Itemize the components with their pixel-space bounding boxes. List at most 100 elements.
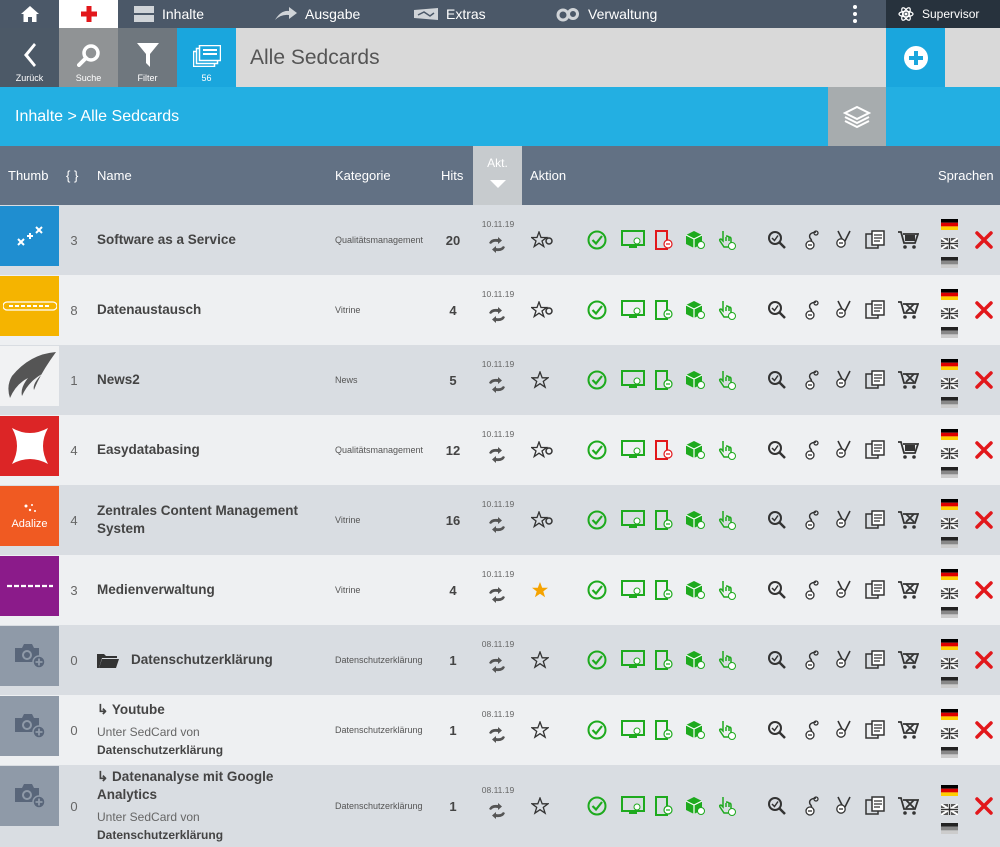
german-flag-icon[interactable] [941, 637, 958, 650]
uk-flag-icon[interactable] [940, 656, 959, 670]
touch-icon[interactable] [717, 369, 737, 396]
touch-icon[interactable] [717, 229, 737, 256]
menu-extras[interactable]: Extras [414, 0, 486, 28]
language-flag-icon[interactable] [941, 465, 958, 478]
filter-button[interactable]: Filter [118, 28, 177, 87]
validate-icon[interactable] [834, 439, 854, 466]
route-icon[interactable] [802, 369, 822, 396]
validate-icon[interactable] [834, 719, 854, 746]
language-flag-icon[interactable] [941, 325, 958, 338]
review-search-icon[interactable] [767, 796, 787, 821]
delete-icon[interactable] [975, 651, 993, 674]
sync-icon[interactable] [487, 587, 507, 608]
active-check-icon[interactable] [587, 510, 607, 535]
back-button[interactable]: Zurück [0, 28, 59, 87]
delete-icon[interactable] [975, 231, 993, 254]
column-akt[interactable]: Akt. [473, 146, 522, 205]
cart-icon[interactable] [897, 230, 920, 255]
active-check-icon[interactable] [587, 440, 607, 465]
thumbnail[interactable] [0, 556, 59, 616]
copy-documents-icon[interactable] [865, 580, 887, 605]
cart-disabled-icon[interactable] [897, 300, 920, 325]
desktop-view-icon[interactable] [621, 300, 645, 325]
uk-flag-icon[interactable] [940, 236, 959, 250]
thumbnail[interactable] [0, 416, 59, 476]
route-icon[interactable] [802, 439, 822, 466]
desktop-view-icon[interactable] [621, 796, 645, 821]
sedcard-name[interactable]: Easydatabasing [97, 441, 322, 459]
german-flag-icon[interactable] [941, 783, 958, 796]
package-icon[interactable] [684, 300, 706, 325]
touch-icon[interactable] [717, 719, 737, 746]
active-check-icon[interactable] [587, 720, 607, 745]
mobile-view-icon[interactable] [655, 440, 673, 465]
uk-flag-icon[interactable] [940, 586, 959, 600]
sync-icon[interactable] [487, 517, 507, 538]
package-icon[interactable] [684, 580, 706, 605]
language-flag-icon[interactable] [941, 675, 958, 688]
language-flag-icon[interactable] [941, 535, 958, 548]
touch-icon[interactable] [717, 579, 737, 606]
review-search-icon[interactable] [767, 650, 787, 675]
table-row[interactable]: 0 ↳ Youtube Unter SedCard von Datenschutze… [0, 695, 1000, 765]
sedcard-name[interactable]: News2 [97, 371, 322, 389]
package-icon[interactable] [684, 510, 706, 535]
validate-icon[interactable] [834, 369, 854, 396]
table-row[interactable]: 4 Easydatabasing Qualitätsmanagement 12 … [0, 415, 1000, 485]
sedcard-name[interactable]: ↳ Datenanalyse mit Google Analytics [97, 768, 322, 804]
package-icon[interactable] [684, 650, 706, 675]
review-search-icon[interactable] [767, 580, 787, 605]
menu-inhalte[interactable]: Inhalte [134, 0, 204, 28]
touch-icon[interactable] [717, 439, 737, 466]
sedcard-name[interactable]: Medienverwaltung [97, 581, 322, 599]
validate-icon[interactable] [834, 299, 854, 326]
more-menu-button[interactable] [845, 0, 865, 28]
add-sedcard-button[interactable] [886, 28, 945, 87]
uk-flag-icon[interactable] [940, 376, 959, 390]
copy-documents-icon[interactable] [865, 230, 887, 255]
star-outline-toggle-icon[interactable] [529, 440, 553, 464]
route-icon[interactable] [802, 579, 822, 606]
language-flag-icon[interactable] [941, 395, 958, 408]
active-check-icon[interactable] [587, 370, 607, 395]
thumbnail[interactable] [0, 276, 59, 336]
touch-icon[interactable] [717, 509, 737, 536]
delete-icon[interactable] [975, 797, 993, 820]
cart-disabled-icon[interactable] [897, 650, 920, 675]
review-search-icon[interactable] [767, 370, 787, 395]
desktop-view-icon[interactable] [621, 510, 645, 535]
star-outline-toggle-icon[interactable] [529, 300, 553, 324]
language-flag-icon[interactable] [941, 255, 958, 268]
copy-documents-icon[interactable] [865, 510, 887, 535]
delete-icon[interactable] [975, 581, 993, 604]
home-button[interactable] [0, 0, 59, 28]
cart-disabled-icon[interactable] [897, 720, 920, 745]
language-flag-icon[interactable] [941, 605, 958, 618]
sync-icon[interactable] [487, 307, 507, 328]
touch-icon[interactable] [717, 649, 737, 676]
sync-icon[interactable] [487, 727, 507, 748]
review-search-icon[interactable] [767, 300, 787, 325]
uk-flag-icon[interactable] [940, 516, 959, 530]
desktop-view-icon[interactable] [621, 230, 645, 255]
column-hits[interactable]: Hits [441, 146, 463, 205]
table-row[interactable]: 0 ↳ Datenanalyse mit Google Analytics Unt… [0, 765, 1000, 847]
column-name[interactable]: Name [97, 146, 132, 205]
active-check-icon[interactable] [587, 650, 607, 675]
sedcard-name[interactable]: ↳ Youtube [97, 701, 322, 719]
route-icon[interactable] [802, 649, 822, 676]
sync-icon[interactable] [487, 447, 507, 468]
package-icon[interactable] [684, 440, 706, 465]
language-flag-icon[interactable] [941, 745, 958, 758]
active-check-icon[interactable] [587, 230, 607, 255]
table-row[interactable]: 3 Medienverwaltung Vitrine 4 10.11.19 [0, 555, 1000, 625]
mobile-view-icon[interactable] [655, 650, 673, 675]
mobile-view-icon[interactable] [655, 370, 673, 395]
validate-icon[interactable] [834, 579, 854, 606]
sync-icon[interactable] [487, 803, 507, 824]
cart-disabled-icon[interactable] [897, 580, 920, 605]
thumbnail-placeholder[interactable] [0, 626, 59, 686]
validate-icon[interactable] [834, 509, 854, 536]
review-search-icon[interactable] [767, 510, 787, 535]
layers-button[interactable] [828, 87, 886, 146]
